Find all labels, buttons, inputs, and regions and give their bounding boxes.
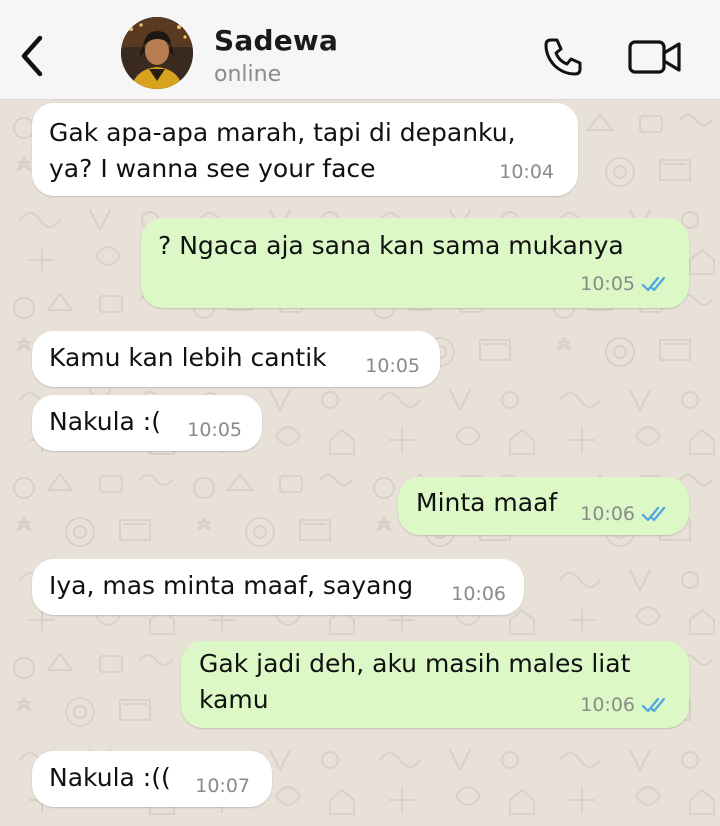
message-text: Iya, mas minta maaf, sayang	[49, 571, 414, 600]
message-text: ? Ngaca aja sana kan sama mukanya	[158, 231, 624, 260]
outgoing-message-bubble[interactable]: ? Ngaca aja sana kan sama mukanya 10:05	[141, 218, 689, 308]
message-text-line: ya? I wanna see your face	[49, 154, 376, 183]
phone-icon	[544, 38, 582, 76]
contact-name[interactable]: Sadewa	[214, 24, 338, 57]
message-text-line: Gak apa-apa marah, tapi di depanku,	[49, 118, 516, 147]
message-timestamp: 10:04	[499, 161, 554, 183]
read-receipt-icon	[641, 506, 666, 522]
message-timestamp: 10:05	[365, 355, 420, 377]
message-list[interactable]: Gak apa-apa marah, tapi di depanku, ya? …	[0, 100, 720, 826]
message-text: Nakula :(	[49, 407, 161, 436]
video-camera-icon	[628, 40, 681, 74]
back-button[interactable]	[10, 28, 54, 84]
message-timestamp: 10:06	[451, 583, 506, 605]
message-text-line: Gak jadi deh, aku masih males liat	[199, 649, 631, 678]
incoming-message-bubble[interactable]: Kamu kan lebih cantik 10:05	[32, 331, 440, 387]
outgoing-message-bubble[interactable]: Minta maaf 10:06	[398, 477, 689, 535]
message-text: Minta maaf	[416, 488, 558, 517]
voice-call-button[interactable]	[538, 32, 588, 82]
read-receipt-icon	[641, 276, 666, 292]
incoming-message-bubble[interactable]: Nakula :( 10:05	[32, 395, 262, 451]
message-timestamp: 10:06	[580, 503, 635, 525]
message-timestamp: 10:07	[195, 775, 250, 797]
video-call-button[interactable]	[622, 32, 688, 82]
outgoing-message-bubble[interactable]: Gak jadi deh, aku masih males liat kamu …	[181, 641, 689, 728]
message-text-line: kamu	[199, 685, 269, 714]
message-text: Gak jadi deh, aku masih males liat kamu	[199, 646, 630, 718]
message-text: Gak apa-apa marah, tapi di depanku, ya? …	[49, 115, 516, 187]
avatar[interactable]	[121, 17, 193, 89]
chat-header: Sadewa online	[0, 0, 720, 100]
incoming-message-bubble[interactable]: Nakula :(( 10:07	[32, 751, 272, 807]
read-receipt-icon	[641, 697, 666, 713]
message-timestamp: 10:05	[580, 273, 635, 295]
contact-status: online	[214, 62, 282, 87]
incoming-message-bubble[interactable]: Iya, mas minta maaf, sayang 10:06	[32, 559, 524, 615]
message-timestamp: 10:05	[187, 419, 242, 441]
message-timestamp: 10:06	[580, 694, 635, 716]
message-text: Nakula :((	[49, 763, 171, 792]
incoming-message-bubble[interactable]: Gak apa-apa marah, tapi di depanku, ya? …	[32, 103, 578, 196]
message-text: Kamu kan lebih cantik	[49, 343, 327, 372]
chevron-left-icon	[21, 35, 43, 77]
